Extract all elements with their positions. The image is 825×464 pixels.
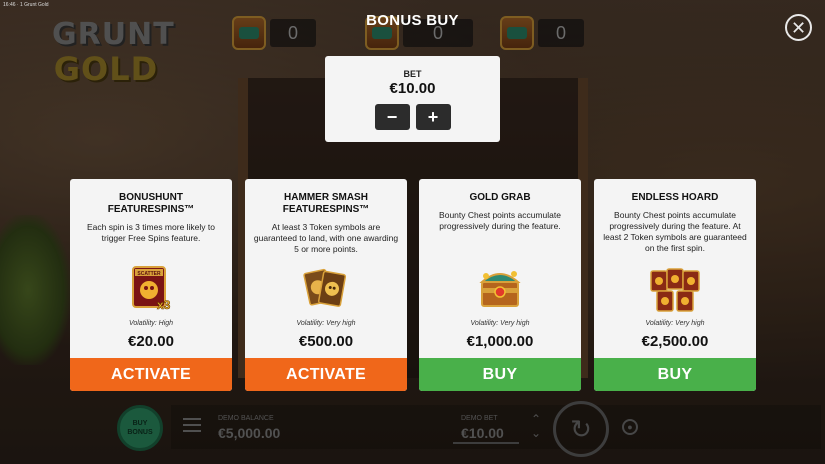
card-volatility: Volatility: Very high bbox=[645, 320, 705, 327]
card-title: ENDLESS HOARD bbox=[631, 192, 719, 203]
bet-selector: BET €10.00 − + bbox=[325, 56, 500, 142]
buy-button[interactable]: BUY bbox=[594, 358, 756, 391]
bonus-card-gold-grab: GOLD GRAB Bounty Chest points accumulate… bbox=[419, 179, 581, 391]
card-volatility: Volatility: Very high bbox=[296, 320, 356, 327]
scatter-multiplier: x3 bbox=[157, 298, 171, 311]
plus-icon: + bbox=[427, 106, 439, 127]
card-title: GOLD GRAB bbox=[469, 192, 531, 203]
card-price: €1,000.00 bbox=[466, 333, 534, 350]
activate-button[interactable]: ACTIVATE bbox=[245, 358, 407, 391]
bet-selector-label: BET bbox=[403, 69, 422, 79]
bonus-card-endless-hoard: ENDLESS HOARD Bounty Chest points accumu… bbox=[594, 179, 756, 391]
card-description: Each spin is 3 times more likely to trig… bbox=[86, 222, 216, 243]
close-icon: ✕ bbox=[790, 17, 807, 38]
bonus-options: BONUSHUNT FEATURESPINS™ Each spin is 3 t… bbox=[70, 179, 756, 391]
card-volatility: Volatility: Very high bbox=[470, 320, 530, 327]
action-label: ACTIVATE bbox=[285, 365, 367, 383]
card-title: BONUSHUNT FEATURESPINS™ bbox=[107, 192, 195, 215]
buy-button[interactable]: BUY bbox=[419, 358, 581, 391]
treasure-chest-icon bbox=[419, 261, 581, 315]
card-description: Bounty Chest points accumulate progressi… bbox=[439, 210, 561, 231]
minus-icon: − bbox=[386, 106, 398, 127]
card-description: Bounty Chest points accumulate progressi… bbox=[603, 210, 747, 253]
card-description: At least 3 Token symbols are guaranteed … bbox=[253, 222, 399, 254]
action-label: BUY bbox=[657, 365, 693, 383]
card-title: HAMMER SMASH FEATURESPINS™ bbox=[282, 192, 370, 215]
bonus-card-bonushunt: BONUSHUNT FEATURESPINS™ Each spin is 3 t… bbox=[70, 179, 232, 391]
token-stack-icon bbox=[594, 265, 756, 319]
card-price: €20.00 bbox=[128, 333, 174, 350]
activate-button[interactable]: ACTIVATE bbox=[70, 358, 232, 391]
modal-title: BONUS BUY bbox=[366, 12, 459, 29]
action-label: BUY bbox=[482, 365, 518, 383]
close-button[interactable]: ✕ bbox=[785, 14, 812, 41]
decrease-bet-button[interactable]: − bbox=[374, 104, 410, 130]
window-title: 16:46 · 1 Grunt Gold bbox=[3, 2, 49, 8]
card-price: €2,500.00 bbox=[641, 333, 709, 350]
card-volatility: Volatility: High bbox=[128, 320, 174, 327]
token-cards-icon bbox=[245, 261, 407, 315]
scatter-x3-icon: x3 SCATTER bbox=[70, 261, 232, 315]
card-price: €500.00 bbox=[298, 333, 354, 350]
scatter-label: SCATTER bbox=[137, 271, 161, 277]
increase-bet-button[interactable]: + bbox=[415, 104, 451, 130]
action-label: ACTIVATE bbox=[110, 365, 192, 383]
bet-selector-value: €10.00 bbox=[389, 80, 436, 97]
bonus-card-hammer-smash: HAMMER SMASH FEATURESPINS™ At least 3 To… bbox=[245, 179, 407, 391]
